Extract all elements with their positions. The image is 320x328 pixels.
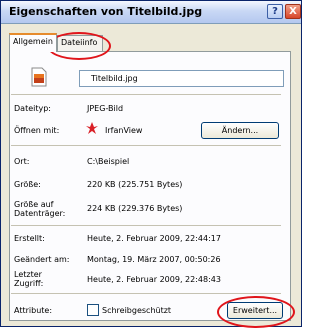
close-button[interactable]: X — [285, 4, 301, 19]
filename-field[interactable]: Titelbild.jpg — [79, 70, 284, 87]
irfanview-icon — [85, 121, 99, 135]
separator — [11, 94, 281, 95]
jpeg-file-icon — [31, 67, 47, 87]
location-label: Ort: — [14, 157, 30, 166]
attributes-label: Attribute: — [14, 306, 53, 315]
tab-general[interactable]: Allgemein — [9, 33, 57, 52]
location-value: C:\Beispiel — [87, 157, 130, 166]
size-on-disk-label: Größe auf Datenträger: — [14, 200, 66, 218]
modified-label: Geändert am: — [14, 255, 70, 264]
change-button[interactable]: Ändern... — [201, 122, 279, 139]
separator — [11, 225, 281, 226]
opens-with-label: Öffnen mit: — [14, 126, 60, 135]
separator — [11, 293, 281, 294]
file-type-label: Dateityp: — [14, 104, 51, 113]
readonly-label[interactable]: Schreibgeschützt — [102, 306, 171, 315]
readonly-checkbox[interactable] — [87, 304, 99, 316]
highlight-ring-advanced-button — [217, 296, 295, 328]
accessed-value: Heute, 2. Februar 2009, 22:48:43 — [87, 275, 221, 284]
window-title: Eigenschaften von Titelbild.jpg — [9, 5, 203, 18]
help-button[interactable]: ? — [267, 4, 283, 19]
created-label: Erstellt: — [14, 234, 45, 243]
modified-value: Montag, 19. März 2007, 00:50:26 — [87, 255, 221, 264]
opens-with-value: IrfanView — [105, 126, 143, 135]
size-value: 220 KB (225.751 Bytes) — [87, 180, 183, 189]
file-type-value: JPEG-Bild — [87, 104, 124, 113]
size-label: Größe: — [14, 180, 41, 189]
accessed-label: Letzter Zugriff: — [14, 270, 44, 288]
title-bar[interactable]: Eigenschaften von Titelbild.jpg ? X — [1, 1, 301, 24]
created-value: Heute, 2. Februar 2009, 22:44:17 — [87, 234, 221, 243]
properties-dialog: Eigenschaften von Titelbild.jpg ? X Allg… — [0, 0, 302, 328]
size-on-disk-value: 224 KB (229.376 Bytes) — [87, 204, 183, 213]
separator — [11, 145, 281, 146]
